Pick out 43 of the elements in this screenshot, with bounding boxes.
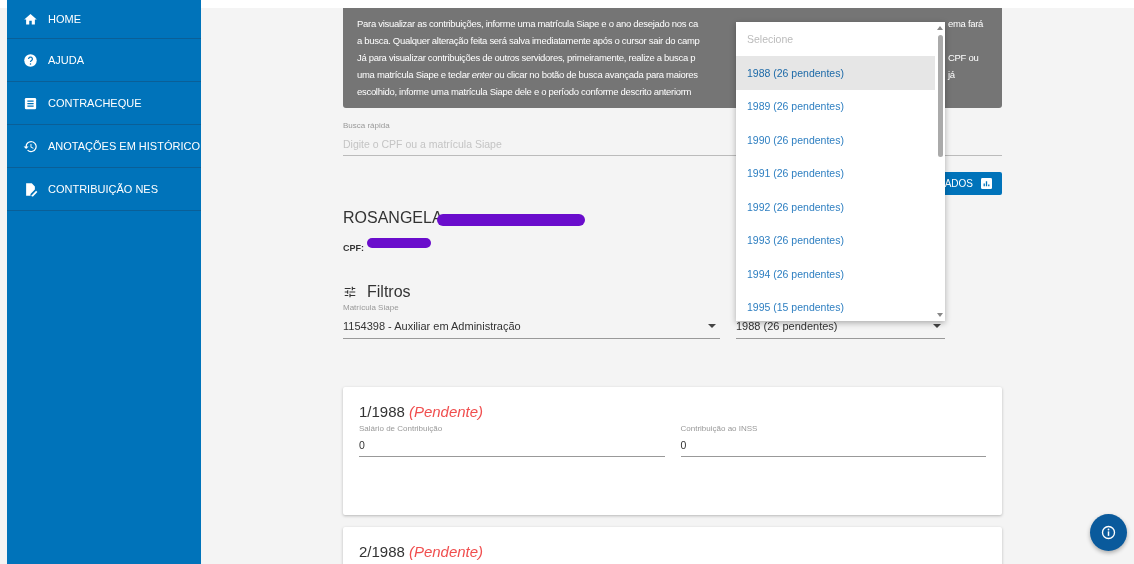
- status-label: (Pendente): [408, 543, 484, 560]
- info-text: escolhido, informe uma matrícula Siape dele e o período conforme descrito anteriorm: [357, 86, 692, 97]
- input-field[interactable]: Contribuição ao INSS 0: [680, 424, 986, 457]
- info-text: ema fará: [948, 18, 985, 29]
- sidebar-item[interactable]: CONTRIBUIÇÃO NES: [7, 168, 201, 211]
- field-label: Busca rápida: [343, 121, 391, 130]
- sidebar-item[interactable]: ANOTAÇÕES EM HISTÓRICO: [7, 125, 201, 168]
- input-field[interactable]: Salário de Contribuição 0: [359, 424, 665, 457]
- section-title: Filtros: [367, 283, 411, 301]
- dropdown-option[interactable]: 1988 (26 pendentes): [736, 56, 935, 90]
- person-name: ROSANGELA: [343, 209, 443, 226]
- document-icon: [23, 95, 38, 111]
- info-text: já: [948, 69, 956, 80]
- scroll-up-icon[interactable]: [937, 26, 943, 30]
- scroll-down-icon[interactable]: [937, 313, 943, 317]
- sidebar-item[interactable]: AJUDA: [7, 39, 201, 82]
- info-button[interactable]: [1090, 514, 1127, 551]
- help-icon: [23, 52, 38, 68]
- chart-icon: [981, 178, 992, 189]
- info-text: CPF ou: [948, 52, 980, 63]
- dropdown-option[interactable]: 1993 (26 pendentes): [736, 223, 935, 257]
- caret-icon: [933, 324, 941, 328]
- matricula-select[interactable]: Matrícula Siape 1154398 - Auxiliar em Administração: [343, 303, 720, 339]
- info-text: a busca. Qualquer alteração feita será salva imediatamente após o cursor sair do camp: [357, 35, 700, 46]
- document-edit-icon: [23, 181, 38, 197]
- home-icon: [23, 11, 38, 27]
- info-icon: [1101, 525, 1116, 540]
- caret-icon: [708, 324, 716, 328]
- info-text: Já para visualizar contribuições de outros servidores, primeiramente, realize a busca p: [357, 52, 696, 63]
- sidebar-item[interactable]: CONTRACHEQUE: [7, 82, 201, 125]
- sidebar-item[interactable]: HOME: [7, 0, 201, 39]
- dropdown-option[interactable]: 1994 (26 pendentes): [736, 257, 935, 291]
- dropdown-option[interactable]: 1991 (26 pendentes): [736, 156, 935, 190]
- dropdown-option[interactable]: 1989 (26 pendentes): [736, 89, 935, 123]
- dropdown-option[interactable]: 1992 (26 pendentes): [736, 190, 935, 224]
- cpf-label: CPF:: [343, 243, 364, 253]
- status-label: (Pendente): [408, 403, 484, 420]
- history-icon: [23, 138, 38, 154]
- card-title: 2/1988: [359, 543, 405, 560]
- info-text: uma matrícula Siape e teclar enter ou clicar no botão de busca avançada para maiores: [357, 69, 698, 80]
- filter-icon: [343, 285, 357, 299]
- card-title: 1/1988: [359, 403, 405, 420]
- info-text: Para visualizar as contribuições, informe uma matrícula Siape e o ano desejado nos ca: [357, 18, 698, 29]
